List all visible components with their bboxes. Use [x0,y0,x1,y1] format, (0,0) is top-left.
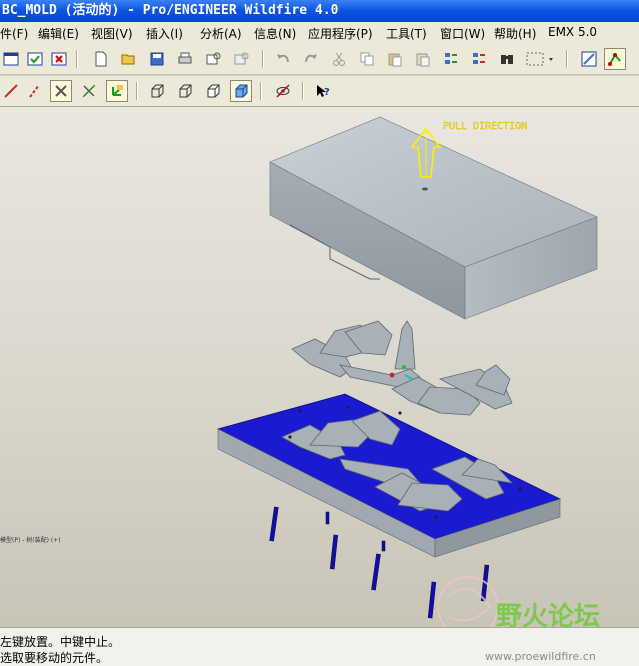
cut-icon[interactable] [328,48,350,70]
svg-text:?: ? [324,87,330,98]
menu-window[interactable]: 窗口(W) [440,25,485,42]
undo-icon[interactable] [272,48,294,70]
wireframe-icon[interactable] [146,80,168,102]
close-window-icon[interactable] [48,48,70,70]
sketcher-display-icon[interactable] [578,48,600,70]
watermark-url: www.proewildfire.cn [485,650,596,663]
title-bar: BC_MOLD (活动的) - Pro/ENGINEER Wildfire 4.… [0,0,639,22]
copy-icon[interactable] [356,48,378,70]
menu-analysis[interactable]: 分析(A) [200,25,242,42]
menu-applications[interactable]: 应用程序(P) [308,25,373,42]
save-icon[interactable] [146,48,168,70]
menu-edit[interactable]: 编辑(E) [38,25,79,42]
regenerate-icon[interactable] [440,48,462,70]
email-icon[interactable] [202,48,224,70]
datum-display-icon[interactable] [604,48,626,70]
lower-mold-cavity[interactable] [216,393,562,558]
watermark-brand: 野火论坛 [496,602,600,627]
message-area: 左键放置。中键中止。 选取要移动的元件。 www.proewildfire.cn [0,627,639,666]
context-help-icon[interactable]: ? [312,80,334,102]
no-hidden-icon[interactable] [202,80,224,102]
datum-axes-icon[interactable] [24,80,46,102]
coordinate-system-icon[interactable] [106,80,128,102]
send-link-icon[interactable] [230,48,252,70]
menu-tools[interactable]: 工具(T) [386,25,427,42]
menu-info[interactable]: 信息(N) [254,25,296,42]
open-folder-icon[interactable] [118,48,140,70]
redo-icon[interactable] [300,48,322,70]
menu-file[interactable]: 件(F) [0,25,28,42]
menu-help[interactable]: 帮助(H) [494,25,536,42]
datum-points-icon[interactable] [50,80,72,102]
print-icon[interactable] [174,48,196,70]
window-new-icon[interactable] [0,48,22,70]
regen-manager-icon[interactable] [468,48,490,70]
toolbar-view: ? [0,76,639,107]
menu-bar: 件(F) 编辑(E) 视图(V) 插入(I) 分析(A) 信息(N) 应用程序(… [0,22,639,44]
activate-window-icon[interactable] [24,48,46,70]
menu-emx[interactable]: EMX 5.0 [548,25,597,39]
find-binoculars-icon[interactable] [496,48,518,70]
model-tree-hint: 模型(P) - 树(装配) (+) [0,536,61,544]
hide-eye-icon[interactable] [272,80,294,102]
window-title: BC_MOLD (活动的) - Pro/ENGINEER Wildfire 4.… [2,3,339,18]
new-file-icon[interactable] [90,48,112,70]
menu-insert[interactable]: 插入(I) [146,25,183,42]
hidden-line-icon[interactable] [174,80,196,102]
point-labels-icon[interactable] [78,80,100,102]
forum-watermark [437,576,499,627]
menu-view[interactable]: 视图(V) [91,25,133,42]
toolbar-main [0,44,639,75]
pull-direction-label: PULL DIRECTION [443,121,527,132]
model-viewport[interactable]: PULL DIRECTION 模型(P) - 树(装配) (+) 野火论坛 [0,107,639,627]
selection-filter-icon[interactable] [524,48,556,70]
shading-icon[interactable] [230,80,252,102]
status-line-2: 选取要移动的元件。 [0,651,109,665]
datum-planes-icon[interactable] [0,80,22,102]
paste-special-icon[interactable] [412,48,434,70]
paste-icon[interactable] [384,48,406,70]
status-line-1: 左键放置。中键中止。 [0,635,121,649]
